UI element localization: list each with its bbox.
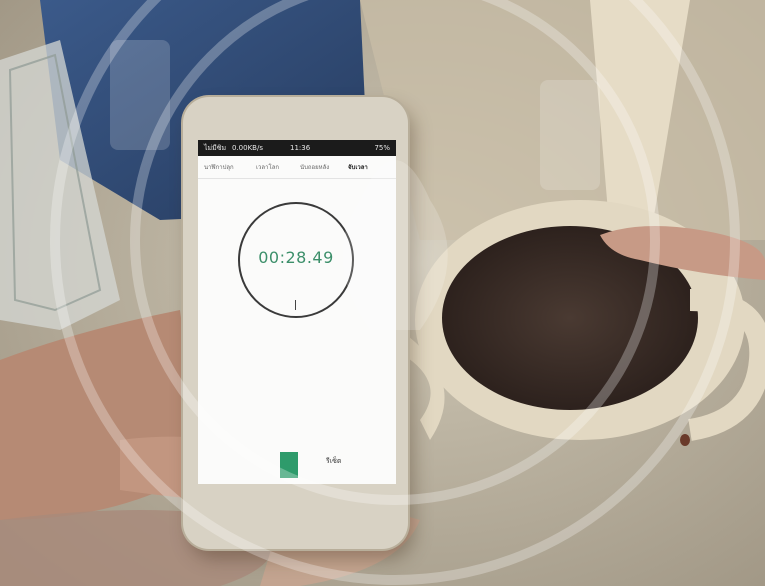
tab-alarm[interactable]: นาฬิกาปลุก [204,162,234,172]
stopwatch-start-button[interactable] [280,452,298,478]
stopwatch-time: 00:28.49 [258,248,334,267]
status-carrier: ไม่มีซิม [204,144,227,152]
tab-stopwatch[interactable]: จับเวลา [348,162,368,172]
status-network-speed: 0.00KB/s [232,144,263,152]
status-time: 11:36 [290,144,311,152]
stopwatch-reset-button[interactable]: รีเซ็ต [326,456,341,467]
status-bar: ไม่มีซิม 0.00KB/s 11:36 75% [198,140,396,156]
stopwatch-app-screen: ไม่มีซิม 0.00KB/s 11:36 75% นาฬิกาปลุก เ… [198,140,396,484]
clock-tab-bar: นาฬิกาปลุก เวลาโลก นับถอยหลัง จับเวลา [198,156,396,179]
status-battery: 75% [374,144,390,152]
tab-countdown[interactable]: นับถอยหลัง [300,162,329,172]
tab-world-clock[interactable]: เวลาโลก [256,162,279,172]
stopwatch-hand [295,300,296,310]
